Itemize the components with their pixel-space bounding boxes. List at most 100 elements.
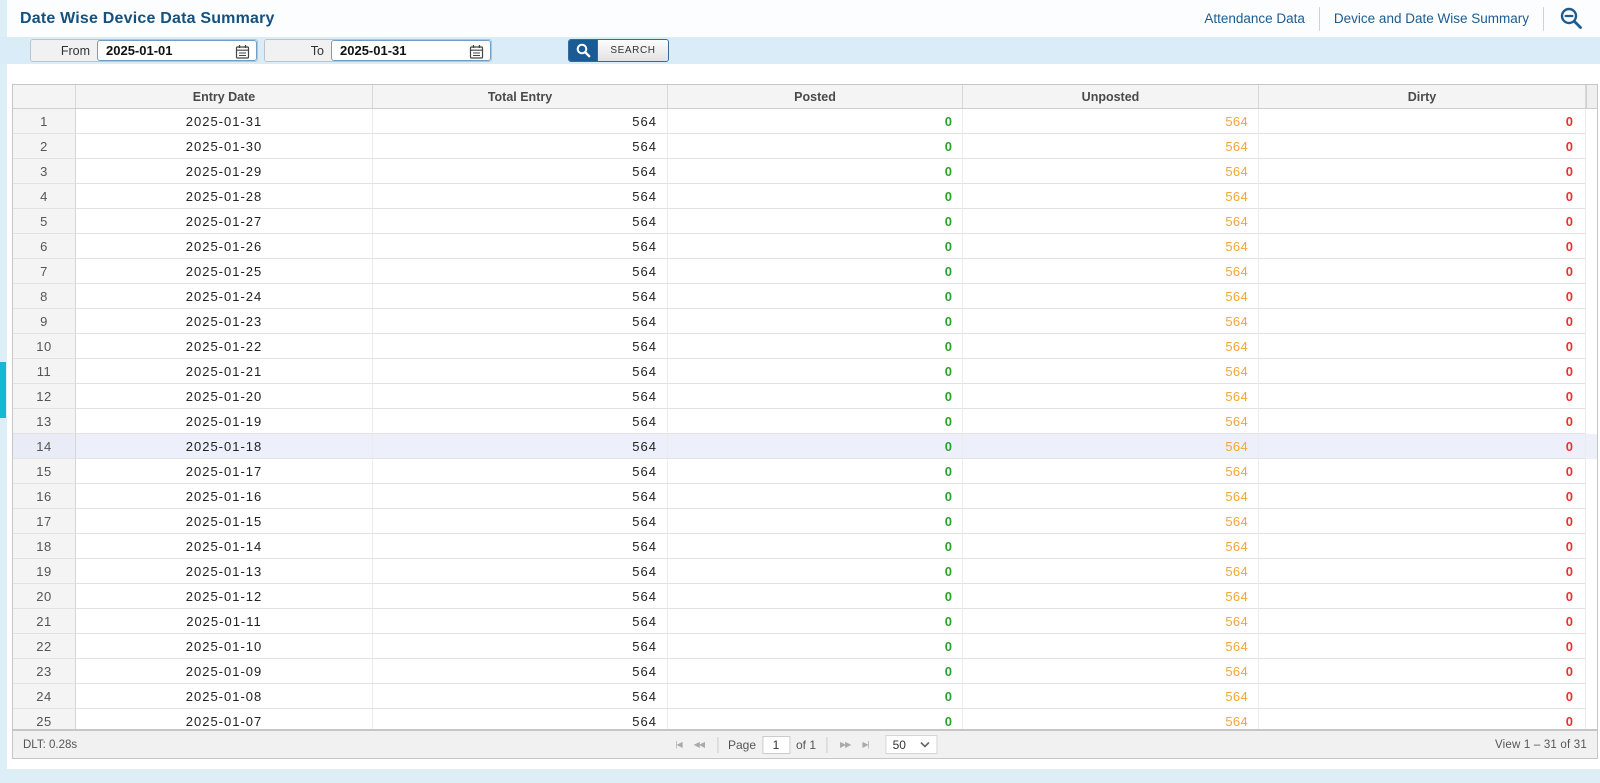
cell-entry-date: 2025-01-29 <box>76 159 373 184</box>
header-unposted[interactable]: Unposted <box>963 85 1259 108</box>
cell-scrollbar-stub <box>1586 634 1597 659</box>
table-row[interactable]: 14 2025-01-18 564 0 564 0 <box>13 434 1597 459</box>
table-row[interactable]: 11 2025-01-21 564 0 564 0 <box>13 359 1597 384</box>
cell-total-entry: 564 <box>373 634 668 659</box>
cell-unposted: 564 <box>963 634 1259 659</box>
cell-total-entry: 564 <box>373 584 668 609</box>
from-date-input[interactable] <box>98 43 208 58</box>
calendar-icon[interactable] <box>469 44 484 61</box>
cell-entry-date: 2025-01-16 <box>76 484 373 509</box>
table-row[interactable]: 15 2025-01-17 564 0 564 0 <box>13 459 1597 484</box>
cell-total-entry: 564 <box>373 484 668 509</box>
cell-rownum: 2 <box>13 134 76 159</box>
table-row[interactable]: 13 2025-01-19 564 0 564 0 <box>13 409 1597 434</box>
table-row[interactable]: 3 2025-01-29 564 0 564 0 <box>13 159 1597 184</box>
calendar-icon[interactable] <box>235 44 250 61</box>
cell-entry-date: 2025-01-17 <box>76 459 373 484</box>
cell-total-entry: 564 <box>373 384 668 409</box>
table-row[interactable]: 17 2025-01-15 564 0 564 0 <box>13 509 1597 534</box>
cell-scrollbar-stub <box>1586 659 1597 684</box>
cell-scrollbar-stub <box>1586 359 1597 384</box>
cell-entry-date: 2025-01-31 <box>76 109 373 134</box>
cell-entry-date: 2025-01-26 <box>76 234 373 259</box>
cell-entry-date: 2025-01-11 <box>76 609 373 634</box>
header-posted[interactable]: Posted <box>668 85 963 108</box>
to-date-input[interactable] <box>332 43 442 58</box>
table-row[interactable]: 12 2025-01-20 564 0 564 0 <box>13 384 1597 409</box>
cell-scrollbar-stub <box>1586 134 1597 159</box>
cell-dirty: 0 <box>1259 459 1586 484</box>
search-button-label: SEARCH <box>597 40 668 61</box>
cell-scrollbar-stub <box>1586 534 1597 559</box>
data-grid: Entry Date Total Entry Posted Unposted D… <box>12 84 1598 730</box>
table-row[interactable]: 21 2025-01-11 564 0 564 0 <box>13 609 1597 634</box>
cell-scrollbar-stub <box>1586 509 1597 534</box>
cell-unposted: 564 <box>963 284 1259 309</box>
last-page-button[interactable]: ▶| <box>859 738 871 751</box>
table-row[interactable]: 7 2025-01-25 564 0 564 0 <box>13 259 1597 284</box>
page-size-select[interactable]: 50 <box>885 735 938 754</box>
table-row[interactable]: 10 2025-01-22 564 0 564 0 <box>13 334 1597 359</box>
cell-unposted: 564 <box>963 709 1259 729</box>
cell-posted: 0 <box>668 109 963 134</box>
cell-entry-date: 2025-01-12 <box>76 584 373 609</box>
table-row[interactable]: 1 2025-01-31 564 0 564 0 <box>13 109 1597 134</box>
link-attendance-data[interactable]: Attendance Data <box>1190 11 1319 26</box>
cell-scrollbar-stub <box>1586 684 1597 709</box>
cell-entry-date: 2025-01-09 <box>76 659 373 684</box>
table-row[interactable]: 2 2025-01-30 564 0 564 0 <box>13 134 1597 159</box>
cell-entry-date: 2025-01-27 <box>76 209 373 234</box>
cell-dirty: 0 <box>1259 384 1586 409</box>
table-row[interactable]: 18 2025-01-14 564 0 564 0 <box>13 534 1597 559</box>
table-row[interactable]: 9 2025-01-23 564 0 564 0 <box>13 309 1597 334</box>
cell-dirty: 0 <box>1259 634 1586 659</box>
cell-scrollbar-stub <box>1586 109 1597 134</box>
cell-entry-date: 2025-01-19 <box>76 409 373 434</box>
cell-unposted: 564 <box>963 359 1259 384</box>
table-row[interactable]: 25 2025-01-07 564 0 564 0 <box>13 709 1597 729</box>
cell-posted: 0 <box>668 659 963 684</box>
cell-rownum: 20 <box>13 584 76 609</box>
link-device-date-summary[interactable]: Device and Date Wise Summary <box>1320 11 1543 26</box>
header-dirty[interactable]: Dirty <box>1259 85 1586 108</box>
table-row[interactable]: 5 2025-01-27 564 0 564 0 <box>13 209 1597 234</box>
cell-posted: 0 <box>668 209 963 234</box>
grid-footer: DLT: 0.28s |◀ ◀◀ Page of 1 ▶▶ ▶| 50 View… <box>12 730 1598 759</box>
cell-posted: 0 <box>668 259 963 284</box>
table-row[interactable]: 4 2025-01-28 564 0 564 0 <box>13 184 1597 209</box>
cell-total-entry: 564 <box>373 109 668 134</box>
header-total-entry[interactable]: Total Entry <box>373 85 668 108</box>
table-row[interactable]: 20 2025-01-12 564 0 564 0 <box>13 584 1597 609</box>
cell-rownum: 5 <box>13 209 76 234</box>
cell-entry-date: 2025-01-22 <box>76 334 373 359</box>
first-page-button[interactable]: |◀ <box>672 738 684 751</box>
cell-rownum: 6 <box>13 234 76 259</box>
prev-page-button[interactable]: ◀◀ <box>691 738 707 751</box>
side-panel-handle[interactable] <box>0 362 6 418</box>
header-entry-date[interactable]: Entry Date <box>76 85 373 108</box>
divider <box>826 736 828 753</box>
table-row[interactable]: 6 2025-01-26 564 0 564 0 <box>13 234 1597 259</box>
table-row[interactable]: 19 2025-01-13 564 0 564 0 <box>13 559 1597 584</box>
search-button[interactable]: SEARCH <box>568 39 669 62</box>
header-rownum[interactable] <box>13 85 76 108</box>
page-number-input[interactable] <box>762 735 791 754</box>
table-row[interactable]: 24 2025-01-08 564 0 564 0 <box>13 684 1597 709</box>
cell-rownum: 25 <box>13 709 76 729</box>
cell-scrollbar-stub <box>1586 609 1597 634</box>
cell-total-entry: 564 <box>373 609 668 634</box>
load-time-label: DLT: 0.28s <box>23 738 78 751</box>
cell-unposted: 564 <box>963 684 1259 709</box>
cell-posted: 0 <box>668 309 963 334</box>
table-row[interactable]: 8 2025-01-24 564 0 564 0 <box>13 284 1597 309</box>
cell-unposted: 564 <box>963 334 1259 359</box>
table-row[interactable]: 23 2025-01-09 564 0 564 0 <box>13 659 1597 684</box>
zoom-out-icon[interactable] <box>1558 6 1584 32</box>
cell-total-entry: 564 <box>373 359 668 384</box>
cell-entry-date: 2025-01-14 <box>76 534 373 559</box>
cell-dirty: 0 <box>1259 259 1586 284</box>
next-page-button[interactable]: ▶▶ <box>837 738 853 751</box>
table-row[interactable]: 16 2025-01-16 564 0 564 0 <box>13 484 1597 509</box>
table-row[interactable]: 22 2025-01-10 564 0 564 0 <box>13 634 1597 659</box>
cell-posted: 0 <box>668 584 963 609</box>
